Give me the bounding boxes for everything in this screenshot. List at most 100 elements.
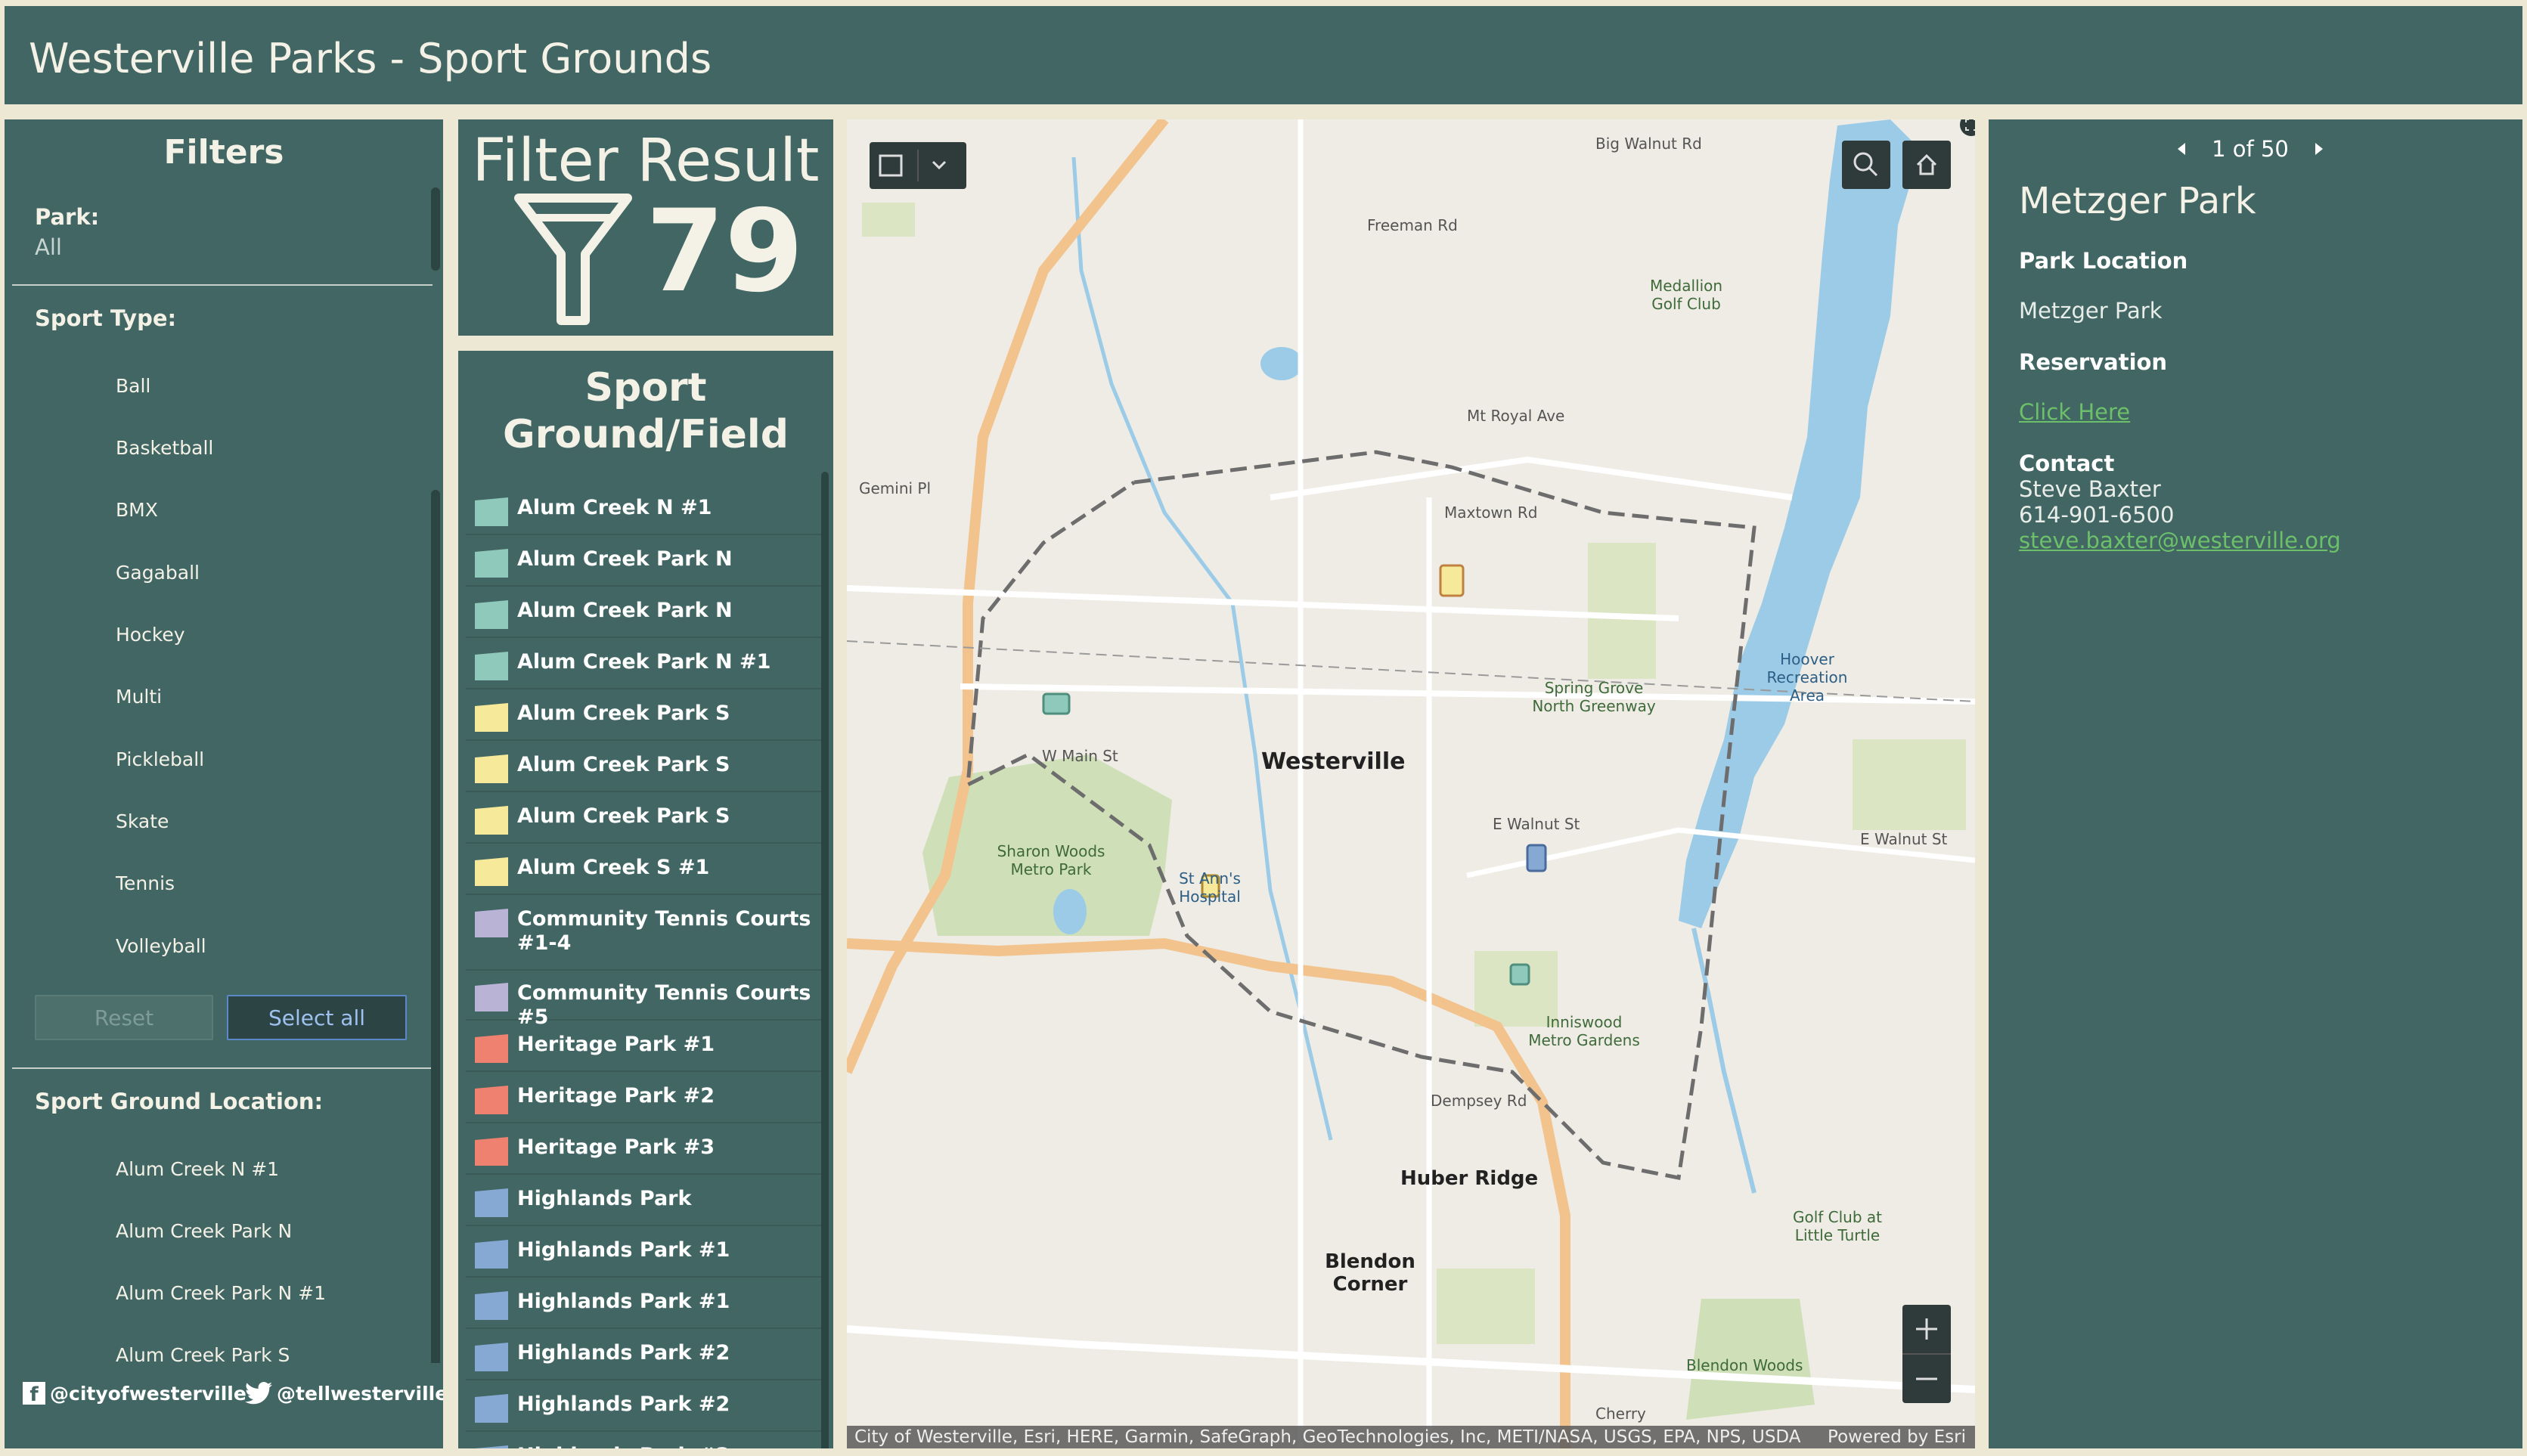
sport-type-option[interactable]: Hockey bbox=[116, 624, 185, 646]
map-label-dempsey: Dempsey Rd bbox=[1431, 1092, 1527, 1110]
list-item[interactable]: Alum Creek Park S bbox=[466, 794, 821, 844]
sport-type-option[interactable]: BMX bbox=[116, 499, 158, 521]
list-item[interactable]: Alum Creek S #1 bbox=[466, 845, 821, 895]
feature-details-panel: 1 of 50 Metzger Park Park Location Metzg… bbox=[1989, 119, 2522, 1448]
list-item-label: Alum Creek Park S bbox=[517, 804, 730, 828]
list-title-line: Sport bbox=[584, 365, 707, 410]
expand-button[interactable] bbox=[1960, 119, 1975, 136]
divider bbox=[12, 1067, 433, 1069]
map-home-button[interactable] bbox=[1902, 141, 1951, 189]
list-item[interactable]: Alum Creek N #1 bbox=[466, 485, 821, 535]
scrollbar[interactable] bbox=[431, 490, 440, 1448]
map-label-w-main: W Main St bbox=[1042, 747, 1118, 765]
pond bbox=[1053, 889, 1087, 934]
search-icon bbox=[1853, 152, 1878, 177]
previous-arrow-icon[interactable] bbox=[2175, 140, 2190, 158]
social-bar bbox=[5, 1363, 443, 1448]
sport-type-option[interactable]: Ball bbox=[116, 375, 150, 397]
park-area bbox=[1853, 739, 1966, 830]
reservation-label: Reservation bbox=[2019, 349, 2168, 375]
map-search-button[interactable] bbox=[1842, 141, 1890, 189]
sport-type-label: Sport Type: bbox=[35, 305, 177, 331]
legend-swatch-icon bbox=[475, 1188, 508, 1217]
list-item-label: Highlands Park #2 bbox=[517, 1392, 730, 1416]
list-item[interactable]: Highlands Park #1 bbox=[466, 1228, 821, 1278]
map-label-big-walnut: Big Walnut Rd bbox=[1595, 135, 1702, 153]
basemap-toggle-button[interactable] bbox=[870, 142, 966, 189]
location-option[interactable]: Alum Creek Park N bbox=[116, 1220, 292, 1242]
legend-swatch-icon bbox=[475, 857, 508, 886]
zoom-in-button[interactable] bbox=[1902, 1305, 1951, 1355]
list-item-label: Heritage Park #2 bbox=[517, 1084, 715, 1107]
list-item-label: Highlands Park #2 bbox=[517, 1341, 730, 1365]
map-label-spring-grove: Spring Grove North Greenway bbox=[1532, 679, 1656, 715]
legend-swatch-icon bbox=[475, 1291, 508, 1320]
list-item-label: Alum Creek Park S bbox=[517, 753, 730, 776]
contact-email[interactable]: steve.baxter@westerville.org bbox=[2019, 528, 2341, 553]
select-all-button[interactable]: Select all bbox=[227, 995, 407, 1040]
stream bbox=[1691, 928, 1756, 1194]
list-item[interactable]: Community Tennis Courts #1-4 bbox=[466, 897, 821, 971]
scrollbar[interactable] bbox=[431, 187, 440, 271]
location-option[interactable]: Alum Creek Park S bbox=[116, 1344, 290, 1362]
scrollbar[interactable] bbox=[821, 472, 829, 1448]
list-item[interactable]: Highlands Park #2 bbox=[466, 1382, 821, 1432]
sport-ground-list-panel: Sport Ground/Field Alum Creek N #1 Alum C… bbox=[458, 351, 833, 1448]
pager: 1 of 50 bbox=[2175, 130, 2326, 168]
list-item[interactable]: Highlands Park bbox=[466, 1176, 821, 1226]
list-item[interactable]: Highlands Park #3 bbox=[466, 1433, 821, 1448]
legend-swatch-icon bbox=[475, 1445, 508, 1448]
list-item[interactable]: Alum Creek Park N bbox=[466, 537, 821, 587]
sport-type-option[interactable]: Multi bbox=[116, 686, 162, 708]
list-item-label: Alum Creek Park N #1 bbox=[517, 650, 771, 674]
list-item-label: Highlands Park bbox=[517, 1187, 692, 1210]
map-label-cherry: Cherry bbox=[1595, 1405, 1646, 1423]
sport-type-option[interactable]: Basketball bbox=[116, 437, 213, 459]
map-label-freeman: Freeman Rd bbox=[1367, 216, 1458, 234]
sport-type-option[interactable]: Gagaball bbox=[116, 562, 200, 584]
reservation-link[interactable]: Click Here bbox=[2019, 399, 2130, 425]
app-title: Westerville Parks - Sport Grounds bbox=[29, 35, 712, 82]
list-item[interactable]: Alum Creek Park S bbox=[466, 691, 821, 741]
map-label-medallion: Medallion Golf Club bbox=[1649, 277, 1723, 313]
divider bbox=[12, 284, 433, 286]
legend-swatch-icon bbox=[475, 1240, 508, 1269]
map-view[interactable]: Westerville Huber Ridge Blendon Corner S… bbox=[847, 119, 1975, 1448]
map-label-inniswood: Inniswood Metro Gardens bbox=[1528, 1013, 1640, 1049]
zoom-out-button[interactable] bbox=[1902, 1355, 1951, 1403]
list-item[interactable]: Alum Creek Park N #1 bbox=[466, 640, 821, 689]
list-title-line: Ground/Field bbox=[503, 412, 789, 457]
sport-type-option[interactable]: Tennis bbox=[116, 872, 175, 894]
location-option[interactable]: Alum Creek N #1 bbox=[116, 1158, 279, 1180]
sport-type-option[interactable]: Volleyball bbox=[116, 935, 206, 957]
list-item[interactable]: Alum Creek Park N bbox=[466, 588, 821, 638]
facebook-icon: f bbox=[23, 1382, 45, 1406]
map-label-st-anns: St Ann's Hospital bbox=[1179, 869, 1241, 906]
interstate-270 bbox=[847, 937, 1570, 1448]
sport-ground-marker bbox=[1042, 692, 1071, 715]
reset-button[interactable]: Reset bbox=[35, 995, 213, 1040]
list-item[interactable]: Highlands Park #2 bbox=[466, 1331, 821, 1380]
facebook-link[interactable]: f @cityofwesterville bbox=[23, 1382, 246, 1406]
basemap[interactable] bbox=[847, 119, 1975, 1448]
next-arrow-icon[interactable] bbox=[2311, 140, 2326, 158]
list-item[interactable]: Heritage Park #2 bbox=[466, 1073, 821, 1123]
sport-type-option[interactable]: Skate bbox=[116, 810, 169, 832]
list-item[interactable]: Heritage Park #1 bbox=[466, 1022, 821, 1072]
park-filter-label: Park: bbox=[35, 204, 100, 230]
park-filter-value[interactable]: All bbox=[35, 234, 62, 260]
list-item-label: Heritage Park #3 bbox=[517, 1135, 715, 1159]
sport-type-option[interactable]: Pickleball bbox=[116, 748, 204, 770]
list-item[interactable]: Heritage Park #3 bbox=[466, 1125, 821, 1175]
list-item[interactable]: Highlands Park #1 bbox=[466, 1279, 821, 1329]
park-area bbox=[1437, 1269, 1535, 1344]
list-item[interactable]: Alum Creek Park S bbox=[466, 742, 821, 792]
list-item[interactable]: Community Tennis Courts #5 bbox=[466, 971, 821, 1029]
twitter-link[interactable]: @tellwesterville bbox=[245, 1382, 443, 1405]
map-label-blendon-corner: Blendon Corner bbox=[1325, 1250, 1415, 1296]
powered-by-esri[interactable]: Powered by Esri bbox=[1828, 1426, 1966, 1448]
location-option[interactable]: Alum Creek Park N #1 bbox=[116, 1282, 326, 1304]
list-item-label: Alum Creek S #1 bbox=[517, 856, 710, 879]
expand-icon bbox=[1965, 119, 1975, 131]
contact-name: Steve Baxter bbox=[2019, 476, 2161, 502]
